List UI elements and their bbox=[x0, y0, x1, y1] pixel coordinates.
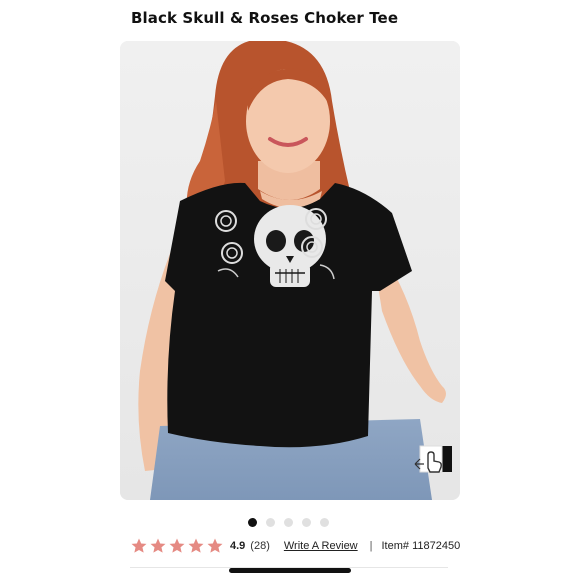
gallery-dot[interactable] bbox=[266, 518, 275, 527]
star-icon bbox=[150, 538, 166, 553]
write-review-link[interactable]: Write A Review bbox=[284, 540, 358, 552]
product-title: Black Skull & Roses Choker Tee bbox=[131, 9, 399, 27]
gallery-pagination bbox=[248, 518, 329, 527]
star-icon bbox=[131, 538, 147, 553]
model-photo bbox=[120, 41, 460, 500]
gallery-dot[interactable] bbox=[284, 518, 293, 527]
rating-score: 4.9 bbox=[230, 540, 246, 552]
rating-stars[interactable] bbox=[130, 537, 224, 555]
product-image[interactable] bbox=[120, 41, 460, 500]
gallery-dot[interactable] bbox=[248, 518, 257, 527]
home-indicator[interactable] bbox=[229, 568, 351, 573]
gallery-dot[interactable] bbox=[320, 518, 329, 527]
item-number: Item# 11872450 bbox=[381, 540, 461, 552]
review-count[interactable]: (28) bbox=[250, 540, 270, 552]
star-icon bbox=[188, 538, 204, 553]
rating-row: 4.9 (28) Write A Review | Item# 11872450 bbox=[130, 536, 460, 556]
separator: | bbox=[369, 540, 373, 552]
star-icon bbox=[207, 538, 223, 553]
gallery-dot[interactable] bbox=[302, 518, 311, 527]
zoom-icon[interactable] bbox=[412, 442, 454, 476]
star-icon bbox=[169, 538, 185, 553]
